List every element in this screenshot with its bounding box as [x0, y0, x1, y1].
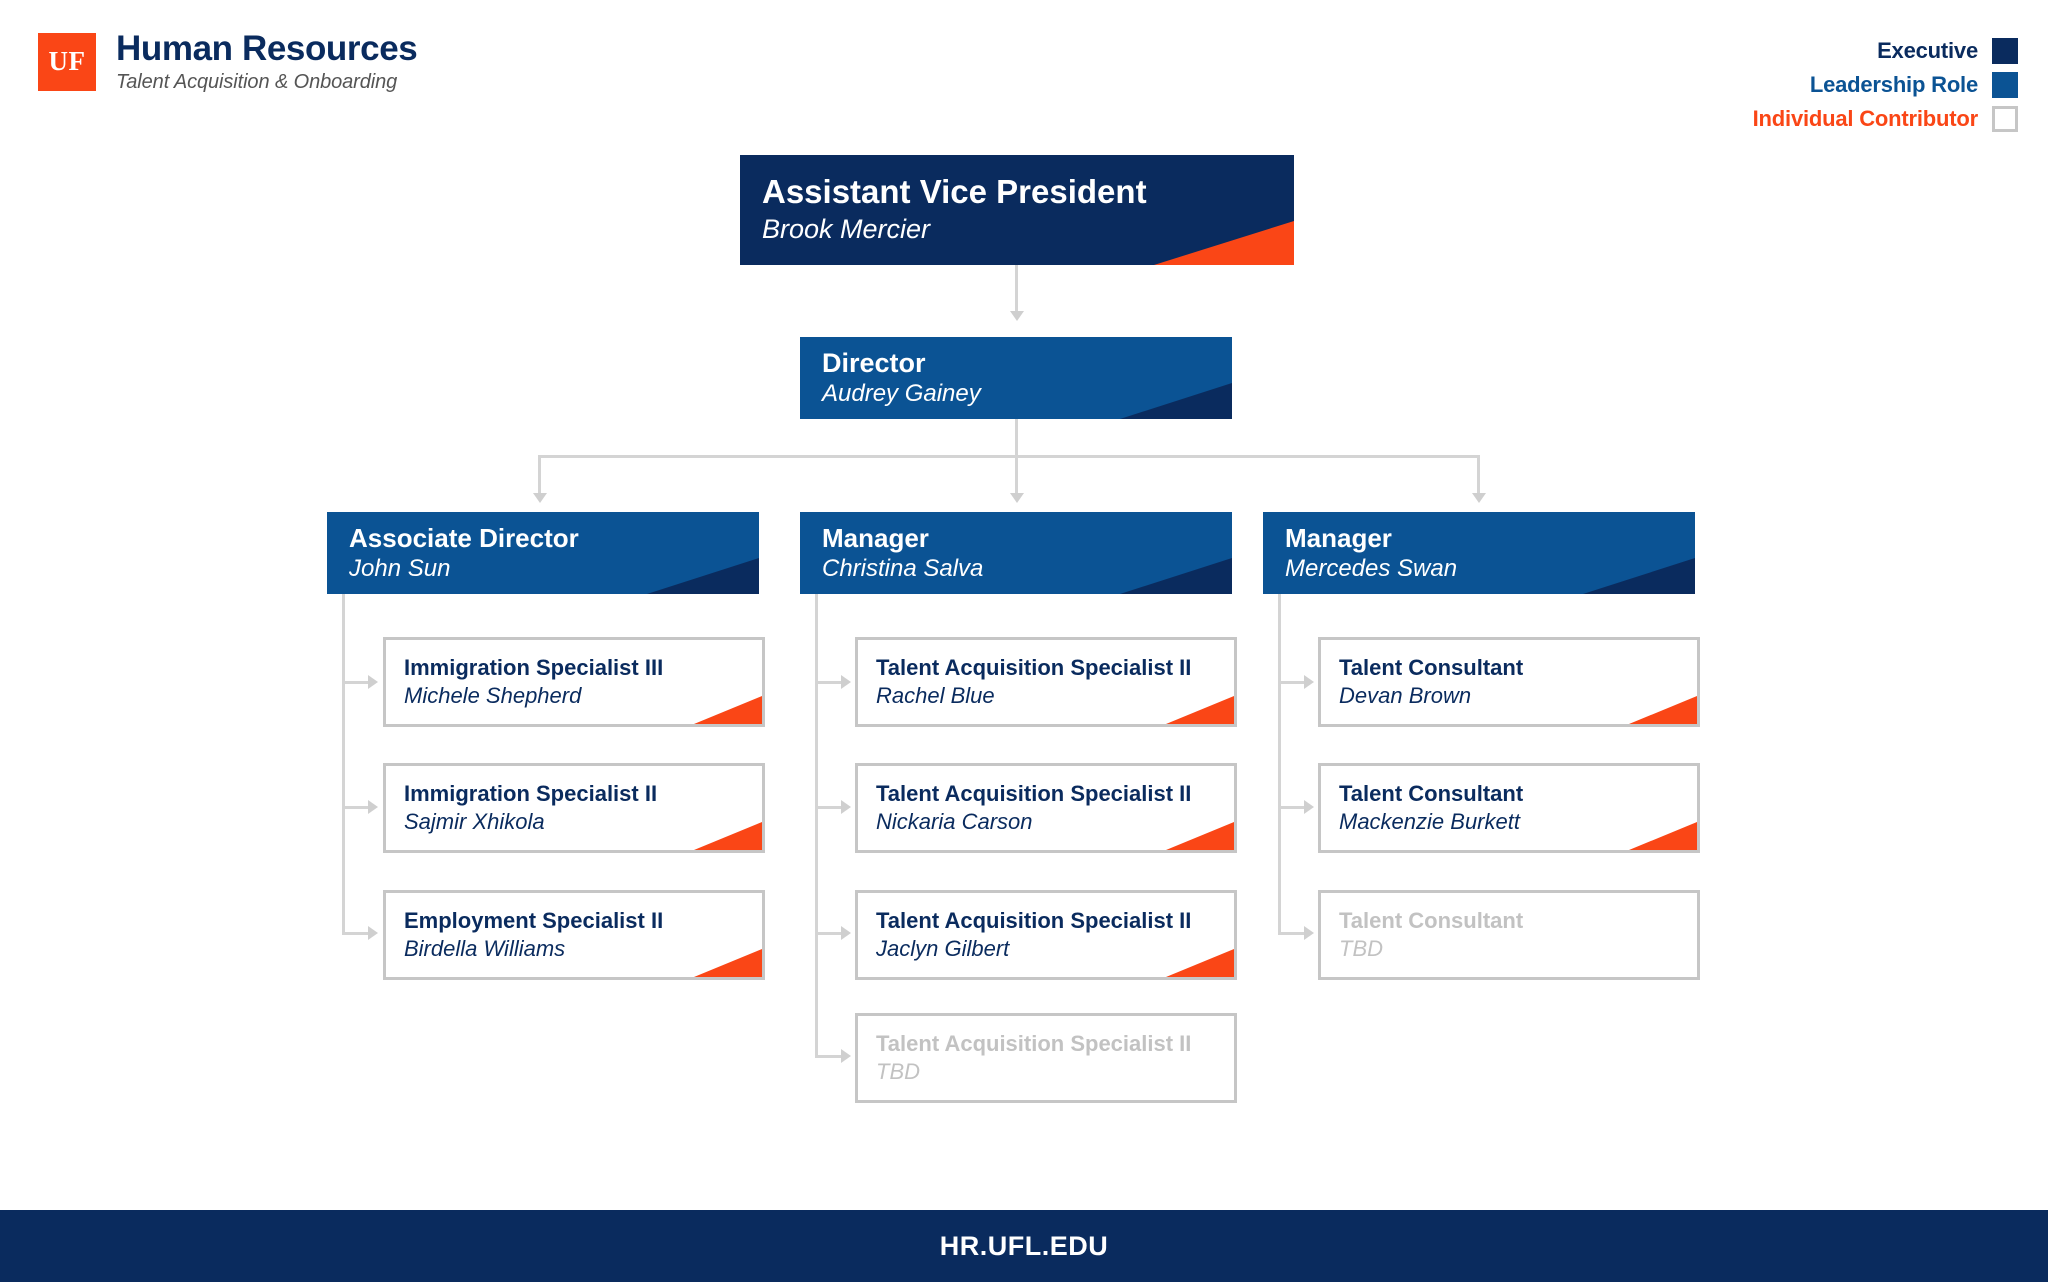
node-title: Immigration Specialist III: [404, 654, 664, 680]
node-title: Employment Specialist II: [404, 907, 664, 933]
page-title: Human Resources: [116, 29, 418, 68]
connector-branch-col3-row1: [1278, 681, 1306, 684]
uf-logo-label: UF: [48, 46, 86, 77]
legend-label-executive: Executive: [1877, 38, 1978, 63]
connector-arrow-director: [1010, 311, 1024, 321]
node-title: Immigration Specialist II: [404, 780, 658, 806]
node-title: Talent Consultant: [1339, 654, 1524, 680]
page-subtitle: Talent Acquisition & Onboarding: [116, 70, 398, 93]
connector-director-stem: [1015, 419, 1018, 458]
connector-arrow-col2-row1: [841, 675, 851, 689]
node-person-name: Christina Salva: [822, 554, 984, 582]
node-immigration-specialist-ii[interactable]: Immigration Specialist II Sajmir Xhikola: [383, 763, 765, 853]
connector-branch-col1-row2: [342, 806, 370, 809]
legend-swatch-leadership: [1992, 72, 2018, 98]
node-manager-mercedes-swan[interactable]: Manager Mercedes Swan: [1263, 512, 1695, 594]
connector-spine-column-1: [342, 594, 345, 932]
connector-arrow-col1-row1: [368, 675, 378, 689]
header-text-group: Human Resources Talent Acquisition & Onb…: [116, 29, 418, 94]
node-person-name: Brook Mercier: [762, 214, 931, 245]
legend-label-individual-contributor: Individual Contributor: [1752, 106, 1979, 131]
connector-arrow-col1-row3: [368, 926, 378, 940]
node-manager-christina-salva[interactable]: Manager Christina Salva: [800, 512, 1232, 594]
legend-swatch-individual-contributor: [1992, 106, 2018, 132]
node-title: Assistant Vice President: [762, 173, 1147, 211]
node-talent-acquisition-specialist-ii-rachel-blue[interactable]: Talent Acquisition Specialist II Rachel …: [855, 637, 1237, 727]
node-talent-consultant-mackenzie-burkett[interactable]: Talent Consultant Mackenzie Burkett: [1318, 763, 1700, 853]
node-title: Associate Director: [349, 522, 579, 553]
node-title: Talent Acquisition Specialist II: [876, 1030, 1192, 1056]
footer-bar: HR.UFL.EDU: [0, 1210, 2048, 1282]
connector-branch-col2-row2: [815, 806, 843, 809]
node-title: Director: [822, 347, 926, 378]
connector-branch-col3-row2: [1278, 806, 1306, 809]
node-employment-specialist-ii[interactable]: Employment Specialist II Birdella Willia…: [383, 890, 765, 980]
node-director[interactable]: Director Audrey Gainey: [800, 337, 1232, 419]
node-title: Talent Acquisition Specialist II: [876, 907, 1192, 933]
node-title: Talent Consultant: [1339, 907, 1524, 933]
node-talent-acquisition-specialist-ii-vacant[interactable]: Talent Acquisition Specialist II TBD: [855, 1013, 1237, 1103]
legend-item-leadership: Leadership Role: [1810, 72, 2018, 98]
node-person-name: Devan Brown: [1339, 682, 1472, 708]
header: UF Human Resources Talent Acquisition & …: [38, 29, 418, 94]
connector-branch-col1-row3: [342, 932, 370, 935]
node-title: Talent Acquisition Specialist II: [876, 654, 1192, 680]
connector-spine-column-2: [815, 594, 818, 1058]
node-person-name: Rachel Blue: [876, 682, 995, 708]
connector-spine-column-3: [1278, 594, 1281, 932]
node-title: Talent Consultant: [1339, 780, 1524, 806]
connector-arrow-col3-row1: [1304, 675, 1314, 689]
node-associate-director[interactable]: Associate Director John Sun: [327, 512, 759, 594]
connector-drop-assoc-director: [538, 455, 541, 495]
connector-drop-manager-swan: [1477, 455, 1480, 495]
connector-arrow-manager-swan: [1472, 493, 1486, 503]
node-immigration-specialist-iii[interactable]: Immigration Specialist III Michele Sheph…: [383, 637, 765, 727]
connector-director-bus: [538, 455, 1480, 458]
node-title: Manager: [1285, 522, 1392, 553]
node-person-name: Jaclyn Gilbert: [876, 935, 1010, 961]
node-person-name: Audrey Gainey: [822, 380, 981, 408]
connector-avp-to-director: [1015, 265, 1018, 313]
node-person-name: Nickaria Carson: [876, 808, 1033, 834]
node-person-name: Birdella Williams: [404, 935, 566, 961]
connector-branch-col2-row1: [815, 681, 843, 684]
node-talent-acquisition-specialist-ii-nickaria-carson[interactable]: Talent Acquisition Specialist II Nickari…: [855, 763, 1237, 853]
connector-branch-col3-row3: [1278, 932, 1306, 935]
legend-item-executive: Executive: [1877, 38, 2018, 64]
node-talent-consultant-devan-brown[interactable]: Talent Consultant Devan Brown: [1318, 637, 1700, 727]
node-person-name: TBD: [1339, 935, 1383, 961]
connector-arrow-manager-salva: [1010, 493, 1024, 503]
node-title: Manager: [822, 522, 929, 553]
node-person-name: Mackenzie Burkett: [1339, 808, 1520, 834]
node-title: Talent Acquisition Specialist II: [876, 780, 1192, 806]
org-chart-page: UF Human Resources Talent Acquisition & …: [0, 0, 2048, 1282]
connector-arrow-col2-row2: [841, 800, 851, 814]
node-person-name: Michele Shepherd: [404, 682, 582, 708]
legend-item-individual-contributor: Individual Contributor: [1753, 106, 2018, 132]
connector-arrow-col2-row3: [841, 926, 851, 940]
legend: Executive Leadership Role Individual Con…: [1753, 38, 2018, 132]
connector-arrow-col1-row2: [368, 800, 378, 814]
footer-url[interactable]: HR.UFL.EDU: [940, 1231, 1109, 1262]
connector-arrow-col3-row3: [1304, 926, 1314, 940]
connector-branch-col2-row3: [815, 932, 843, 935]
connector-branch-col1-row1: [342, 681, 370, 684]
node-talent-acquisition-specialist-ii-jaclyn-gilbert[interactable]: Talent Acquisition Specialist II Jaclyn …: [855, 890, 1237, 980]
node-person-name: TBD: [876, 1058, 920, 1084]
node-person-name: Mercedes Swan: [1285, 554, 1458, 582]
legend-swatch-executive: [1992, 38, 2018, 64]
uf-logo-icon: UF: [38, 32, 96, 91]
node-talent-consultant-vacant[interactable]: Talent Consultant TBD: [1318, 890, 1700, 980]
connector-arrow-col3-row2: [1304, 800, 1314, 814]
node-person-name: John Sun: [349, 554, 451, 582]
connector-branch-col2-row4: [815, 1055, 843, 1058]
connector-arrow-assoc-director: [533, 493, 547, 503]
node-assistant-vice-president[interactable]: Assistant Vice President Brook Mercier: [740, 155, 1294, 265]
connector-arrow-col2-row4: [841, 1049, 851, 1063]
legend-label-leadership: Leadership Role: [1809, 72, 1978, 97]
connector-drop-manager-salva: [1015, 455, 1018, 495]
node-person-name: Sajmir Xhikola: [404, 808, 545, 834]
